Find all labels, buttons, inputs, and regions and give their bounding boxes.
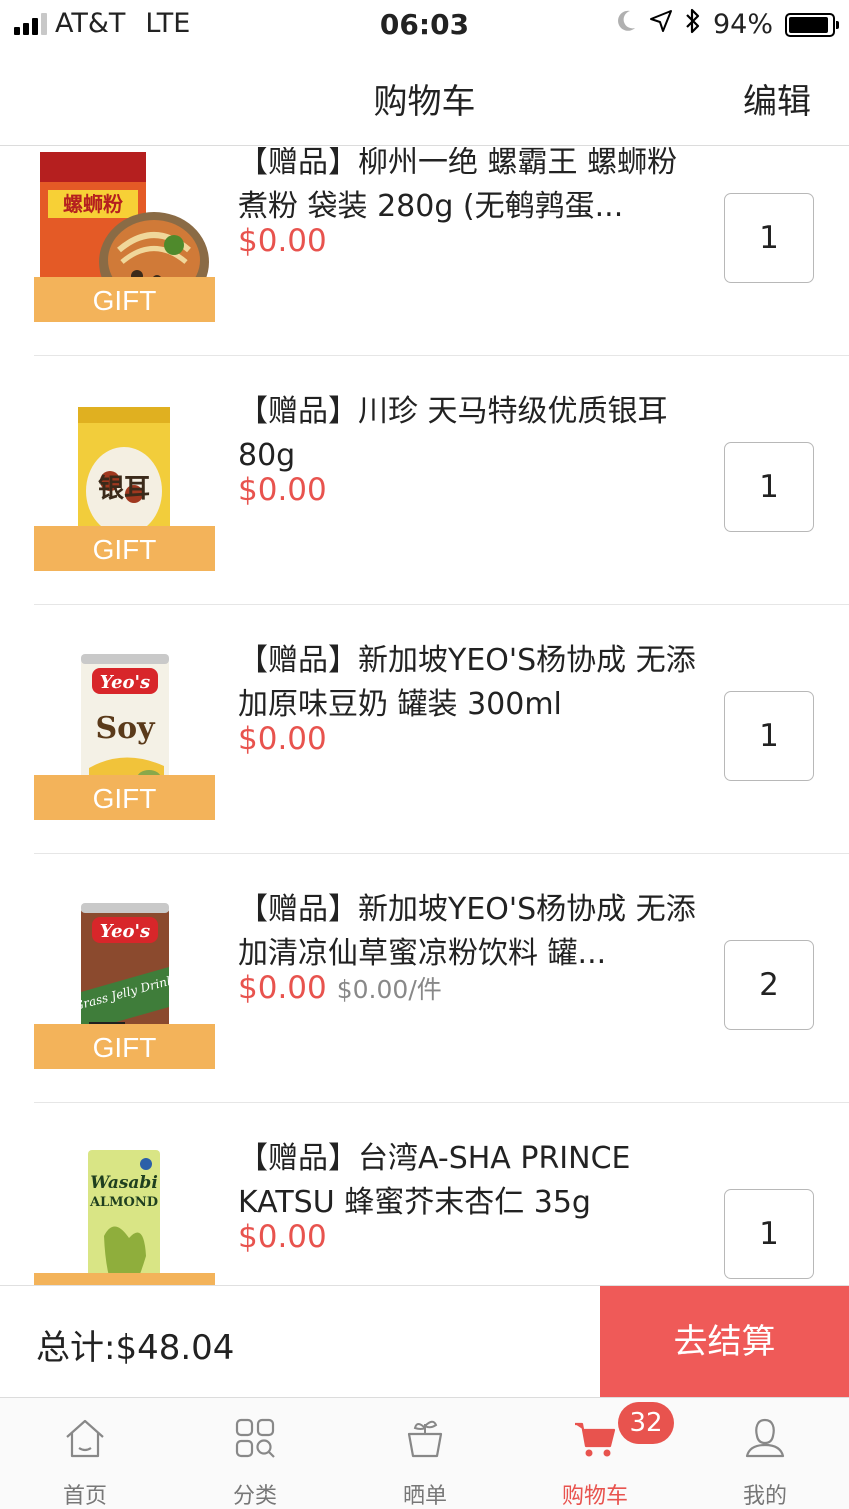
tab-share-order[interactable]: 晒单	[340, 1398, 510, 1509]
svg-text:Soy: Soy	[95, 711, 156, 746]
product-name[interactable]: 【赠品】川珍 天马特级优质银耳 80g	[238, 390, 698, 478]
svg-text:Yeo's: Yeo's	[100, 921, 150, 942]
product-name[interactable]: 【赠品】新加坡YEO'S杨协成 无添加清凉仙草蜜凉粉饮料 罐...	[238, 888, 698, 976]
price-value: $0.00	[238, 721, 327, 757]
price-value: $0.00	[238, 970, 327, 1006]
price-value: $0.00	[238, 472, 327, 508]
checkout-button[interactable]: 去结算	[600, 1286, 849, 1398]
cart-item-list[interactable]: 螺蛳粉 GIFT 【赠品】柳州一绝 螺霸王 螺蛳粉 煮粉 袋装 280g (无鹌…	[0, 147, 849, 1285]
product-thumbnail[interactable]: Wasabi ALMOND GIFT	[34, 1146, 215, 1285]
svg-text:螺蛳粉: 螺蛳粉	[63, 192, 123, 216]
tab-label: 购物车	[561, 1484, 628, 1509]
gift-badge: GIFT	[34, 526, 215, 571]
tab-label: 我的	[742, 1484, 787, 1509]
tab-category[interactable]: 分类	[170, 1398, 340, 1509]
cart-item[interactable]: Yeo's Soy GIFT 【赠品】新加坡YEO'S杨协成 无添加原味豆奶 罐…	[0, 605, 849, 854]
total-value: $48.04	[115, 1328, 235, 1368]
svg-text:Yeo's: Yeo's	[100, 672, 150, 693]
tab-cart[interactable]: 32 购物车	[510, 1398, 680, 1509]
wasabi-almond-package-image: Wasabi ALMOND	[88, 1150, 160, 1285]
tab-bar: 首页 分类 晒单 32 购物车 我的	[0, 1397, 849, 1509]
page-title: 购物车	[373, 82, 476, 122]
gift-badge: GIFT	[34, 277, 215, 322]
product-name[interactable]: 【赠品】台湾A-SHA PRINCE KATSU 蜂蜜芥末杏仁 35g	[238, 1137, 698, 1225]
quantity-input[interactable]: 1	[724, 691, 814, 781]
plant-pot-icon	[407, 1420, 443, 1458]
cart-icon	[575, 1422, 616, 1457]
battery-fill	[789, 16, 829, 33]
cart-item[interactable]: Yeo's Grass Jelly Drink GIFT 【赠品】新加坡YEO'…	[0, 854, 849, 1103]
cart-item[interactable]: Wasabi ALMOND GIFT 【赠品】台湾A-SHA PRINCE KA…	[0, 1103, 849, 1285]
tab-label: 晒单	[402, 1484, 447, 1509]
quantity-input[interactable]: 1	[724, 193, 814, 283]
tab-label: 分类	[232, 1484, 277, 1509]
product-name[interactable]: 【赠品】新加坡YEO'S杨协成 无添加原味豆奶 罐装 300ml	[238, 639, 698, 727]
product-thumbnail[interactable]: Yeo's Grass Jelly Drink GIFT	[34, 897, 215, 1069]
profile-icon	[745, 1418, 785, 1458]
product-price: $0.00	[238, 472, 327, 508]
product-thumbnail[interactable]: Yeo's Soy GIFT	[34, 648, 215, 820]
quantity-input[interactable]: 1	[724, 442, 814, 532]
tab-label: 首页	[62, 1484, 107, 1509]
svg-text:银耳: 银耳	[98, 474, 150, 504]
product-price: $0.00 $0.00/件	[238, 970, 442, 1006]
tab-home[interactable]: 首页	[0, 1398, 170, 1509]
location-arrow-icon	[649, 9, 673, 40]
navigation-bar: 购物车 编辑	[0, 48, 849, 146]
edit-button[interactable]: 编辑	[743, 74, 811, 123]
quantity-input[interactable]: 2	[724, 940, 814, 1030]
status-right: 94%	[615, 8, 839, 41]
svg-text:Wasabi: Wasabi	[90, 1173, 158, 1193]
battery-percent: 94%	[712, 9, 773, 40]
product-price: $0.00	[238, 721, 327, 757]
product-thumbnail[interactable]: 银耳 GIFT	[34, 399, 215, 571]
gift-badge: GIFT	[34, 1273, 215, 1285]
cart-item[interactable]: 银耳 GIFT 【赠品】川珍 天马特级优质银耳 80g $0.00 1	[0, 356, 849, 605]
product-price: $0.00	[238, 223, 327, 259]
bluetooth-icon	[685, 8, 701, 41]
checkout-bar: 总计:$48.04 去结算	[0, 1285, 849, 1398]
battery-icon	[785, 12, 839, 37]
status-bar: AT&T LTE 06:03 94%	[0, 0, 849, 48]
home-icon	[66, 1419, 104, 1458]
order-total: 总计:$48.04	[36, 1320, 234, 1369]
gift-badge: GIFT	[34, 775, 215, 820]
category-icon	[235, 1418, 275, 1458]
cart-screen: AT&T LTE 06:03 94% 购物车 编辑 螺蛳粉 GIFT 【赠品】柳…	[0, 0, 849, 1509]
price-value: $0.00	[238, 1219, 327, 1255]
moon-icon	[615, 9, 637, 40]
gift-badge: GIFT	[34, 1024, 215, 1069]
cart-count-badge: 32	[618, 1402, 674, 1444]
product-price: $0.00	[238, 1219, 327, 1255]
product-thumbnail[interactable]: 螺蛳粉 GIFT	[34, 150, 215, 322]
total-label: 总计:	[36, 1328, 116, 1368]
unit-price: $0.00/件	[336, 975, 442, 1004]
price-value: $0.00	[238, 223, 327, 259]
quantity-input[interactable]: 1	[724, 1189, 814, 1279]
product-name[interactable]: 【赠品】柳州一绝 螺霸王 螺蛳粉 煮粉 袋装 280g (无鹌鹑蛋...	[238, 147, 698, 229]
svg-text:ALMOND: ALMOND	[89, 1195, 158, 1210]
cart-item[interactable]: 螺蛳粉 GIFT 【赠品】柳州一绝 螺霸王 螺蛳粉 煮粉 袋装 280g (无鹌…	[0, 147, 849, 356]
tab-profile[interactable]: 我的	[680, 1398, 849, 1509]
